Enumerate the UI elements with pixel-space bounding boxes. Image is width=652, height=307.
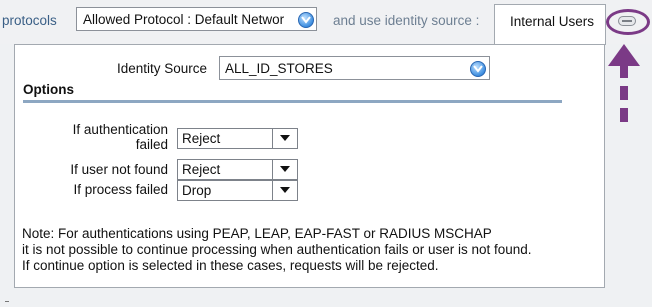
mschap-note: Note: For authentications using PEAP, LE… bbox=[22, 226, 532, 274]
options-heading: Options bbox=[23, 82, 74, 97]
tab-internal-users[interactable]: Internal Users bbox=[494, 4, 606, 45]
edge-mark bbox=[5, 301, 9, 302]
protocols-label: protocols bbox=[2, 13, 57, 28]
identity-source-prompt: and use identity source : bbox=[333, 13, 480, 28]
protocol-dropdown-icon[interactable] bbox=[298, 12, 314, 28]
user-not-found-select[interactable]: Reject bbox=[177, 159, 298, 180]
annotation-oval bbox=[606, 9, 650, 35]
process-failed-select-value: Drop bbox=[182, 183, 212, 198]
identity-source-value: ALL_ID_STORES bbox=[225, 61, 333, 76]
allowed-protocol-select[interactable]: Allowed Protocol : Default Networ bbox=[76, 7, 317, 31]
identity-source-select[interactable]: ALL_ID_STORES bbox=[219, 56, 490, 80]
note-line-1: Note: For authentications using PEAP, LE… bbox=[22, 226, 492, 241]
if-process-failed-label-line: If process failed bbox=[73, 182, 168, 197]
if-user-not-found-label-line: If user not found bbox=[70, 162, 168, 177]
process-failed-select[interactable]: Drop bbox=[177, 180, 298, 201]
if-auth-failed-label-line2: failed bbox=[135, 137, 168, 152]
if-user-not-found-label: If user not found bbox=[40, 162, 168, 177]
note-line-3: If continue option is selected in these … bbox=[22, 258, 439, 273]
auth-failed-select-value: Reject bbox=[182, 131, 221, 146]
chevron-down-icon[interactable] bbox=[272, 181, 297, 200]
chevron-down-icon[interactable] bbox=[272, 129, 297, 148]
chevron-down-icon[interactable] bbox=[272, 160, 297, 179]
user-not-found-select-value: Reject bbox=[182, 162, 221, 177]
if-auth-failed-label: If authentication failed bbox=[40, 122, 168, 152]
top-strip: protocols Allowed Protocol : Default Net… bbox=[0, 0, 652, 45]
allowed-protocol-value: Allowed Protocol : Default Networ bbox=[83, 12, 285, 27]
note-line-2: it is not possible to continue processin… bbox=[22, 242, 532, 257]
auth-failed-select[interactable]: Reject bbox=[177, 128, 298, 149]
identity-dropdown-icon[interactable] bbox=[470, 61, 486, 77]
options-divider bbox=[23, 100, 562, 103]
purple-up-arrow-icon bbox=[608, 44, 640, 122]
identity-source-label: Identity Source bbox=[117, 61, 208, 76]
tab-internal-users-label: Internal Users bbox=[510, 14, 595, 29]
if-auth-failed-label-line1: If authentication bbox=[72, 122, 168, 137]
if-process-failed-label: If process failed bbox=[40, 182, 168, 197]
